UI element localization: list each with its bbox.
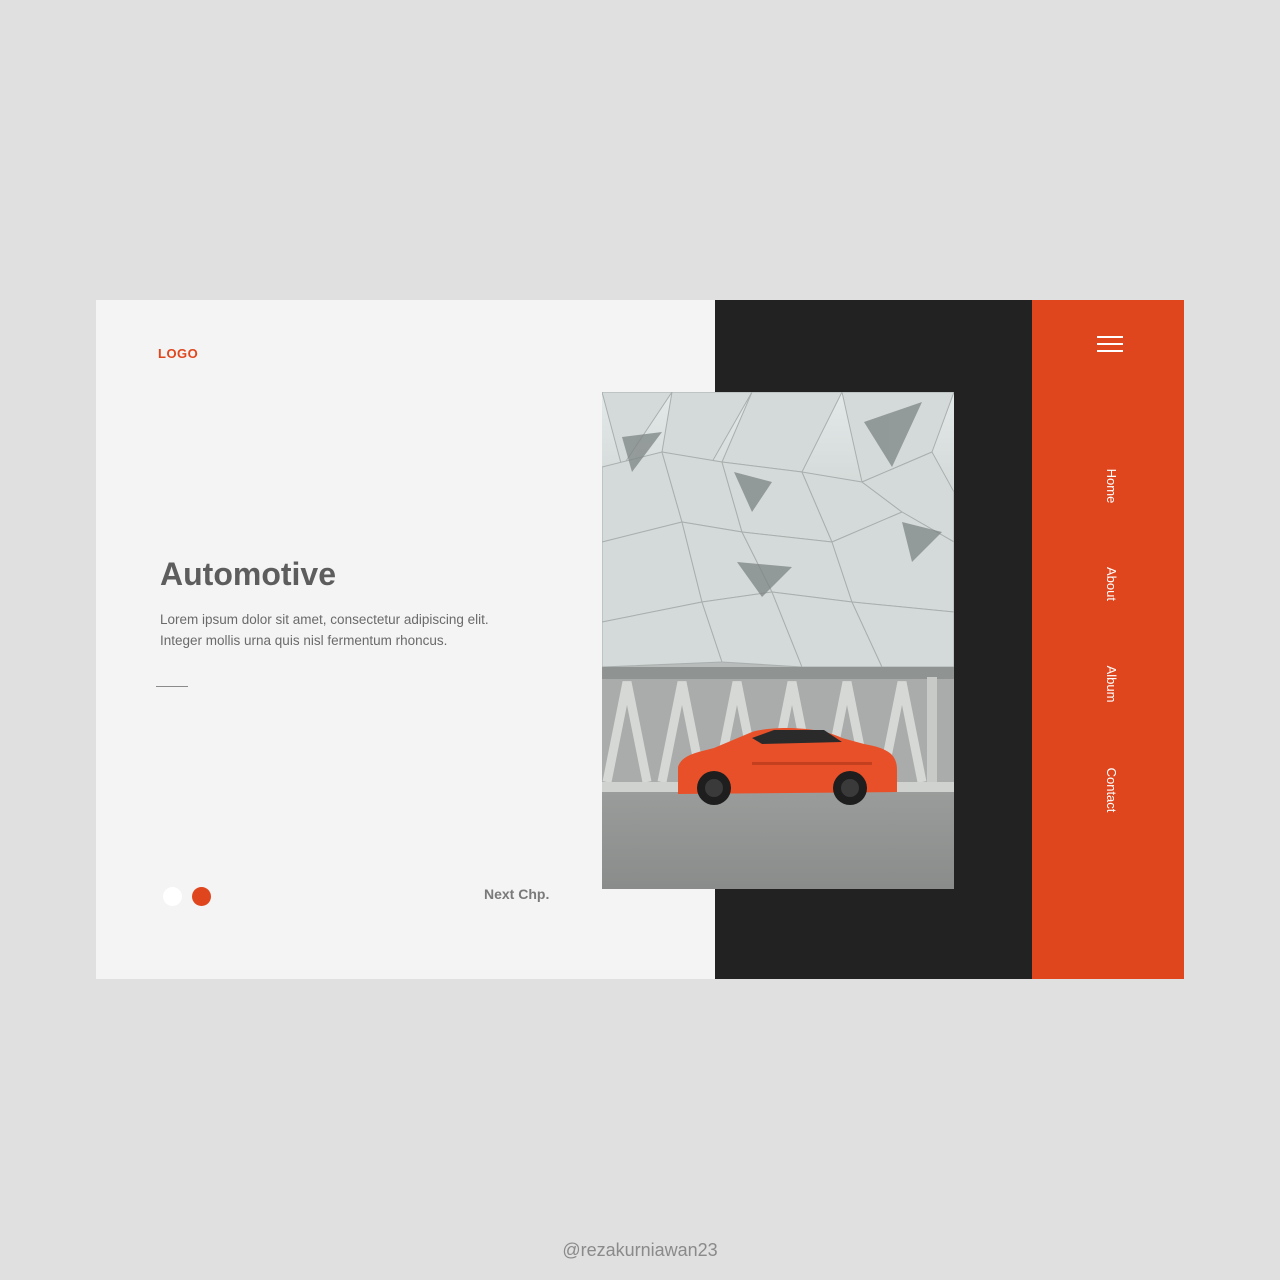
nav-item-contact[interactable]: Contact: [1101, 730, 1121, 850]
pagination-dot-2-active[interactable]: [192, 887, 211, 906]
hero-description: Lorem ipsum dolor sit amet, consectetur …: [160, 612, 489, 648]
pagination-dot-1[interactable]: [163, 887, 182, 906]
nav-item-album[interactable]: Album: [1101, 624, 1121, 744]
stage: LOGO Automotive Lorem ipsum dolor sit am…: [0, 0, 1280, 1280]
next-chapter-link[interactable]: Next Chp.: [484, 886, 549, 902]
logo[interactable]: LOGO: [158, 346, 198, 361]
hero-title: Automotive: [160, 556, 336, 592]
landing-card: LOGO Automotive Lorem ipsum dolor sit am…: [96, 300, 1184, 979]
car-building-illustration: [602, 392, 954, 889]
divider: [156, 686, 188, 687]
menu-icon[interactable]: [1097, 336, 1125, 356]
author-credit: @rezakurniawan23: [562, 1240, 718, 1260]
hero-photo: [602, 392, 954, 889]
